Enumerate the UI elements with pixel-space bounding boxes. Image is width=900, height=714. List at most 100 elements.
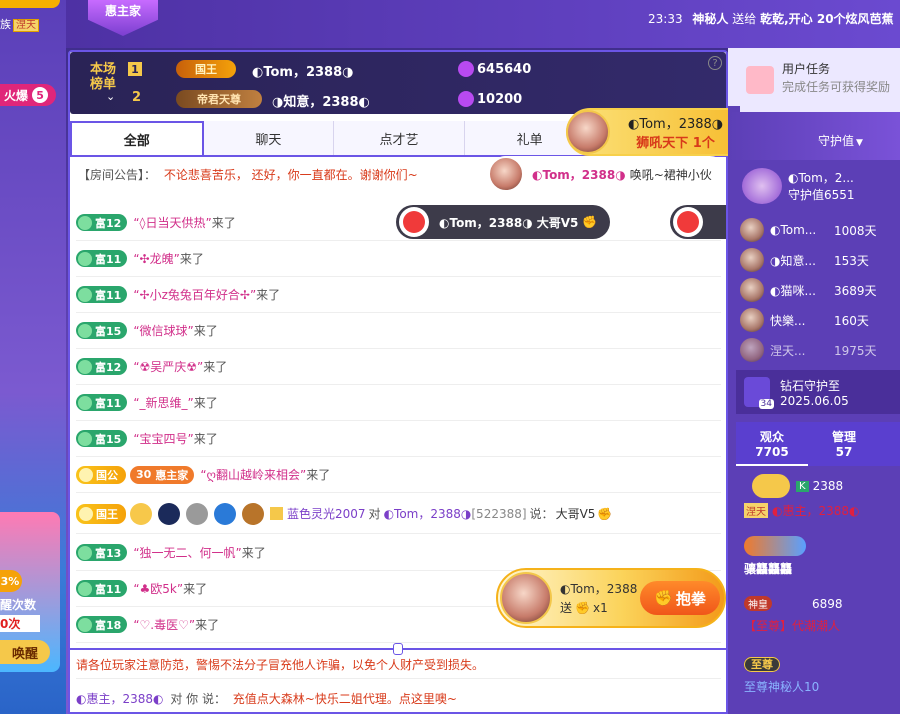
list-item: 富15 “微信球球” 来了 bbox=[76, 313, 721, 349]
entry-nick[interactable]: “☢吴严庆☢” bbox=[133, 358, 203, 375]
star-medal-icon bbox=[158, 502, 180, 525]
guard-item[interactable]: ◑知意... 153天 bbox=[740, 245, 900, 275]
audience-user-1[interactable]: K 2388 涅天 ◐惠主，2388◐ bbox=[744, 474, 900, 522]
entry-nick[interactable]: “◊日当天供热” bbox=[133, 214, 211, 231]
shield-medal-icon bbox=[214, 502, 236, 525]
audience-label: 观众 bbox=[759, 430, 784, 444]
entry-nick[interactable]: “♣欧5k” bbox=[133, 580, 183, 597]
announcement-text: 不论悲喜苦乐， 还好，你一直都在。谢谢你们~ bbox=[163, 168, 418, 182]
task-text: 用户任务 完成任务可获得奖励 bbox=[782, 60, 892, 112]
float-pill-1: ◐Tom，2388◑ 唤吼~裙神小伙 bbox=[488, 156, 728, 192]
tab-talent[interactable]: 点才艺 bbox=[334, 121, 465, 155]
tab-chat[interactable]: 聊天 bbox=[203, 121, 335, 155]
rank-label: 本场 榜单 bbox=[90, 62, 116, 92]
fist-icon: ✊ bbox=[654, 589, 673, 607]
wealth-level: 富15 bbox=[95, 432, 122, 446]
guard-item[interactable]: ◐猫咪... 3689天 bbox=[740, 275, 900, 305]
promo-percent: 3% bbox=[0, 570, 22, 592]
user-task-card[interactable]: 用户任务 完成任务可获得奖励 bbox=[740, 56, 900, 112]
top-guard-avatar bbox=[742, 168, 782, 204]
banner-text: ◐Tom，2388◑ 狮吼天下 1个 bbox=[628, 113, 723, 151]
promo-line: 醒次数 bbox=[0, 598, 37, 612]
chevron-down-icon[interactable]: ⌄ bbox=[106, 90, 115, 103]
left-clan-tag: 族涅天 bbox=[0, 16, 39, 32]
guard-item[interactable]: 快樂... 160天 bbox=[740, 305, 900, 335]
diamond-guard-card[interactable]: 34 钻石守护至 2025.06.05 bbox=[736, 370, 900, 414]
broadcast-sender[interactable]: 神秘人 bbox=[692, 12, 728, 26]
diamond-date: 2025.06.05 bbox=[780, 393, 849, 408]
top-guard-value: 守护值6551 bbox=[788, 188, 855, 202]
left-top-tab[interactable] bbox=[0, 0, 60, 8]
audience-user-4[interactable]: 至尊 至尊神秘人10 bbox=[744, 656, 900, 700]
announcement-label: 【房间公告】： bbox=[78, 168, 157, 182]
wealth-badge: 富13 bbox=[76, 544, 128, 561]
guard-days: 1975天 bbox=[834, 343, 877, 358]
message-target[interactable]: ◐Tom，2388◑ bbox=[384, 505, 472, 522]
broadcast-verb: 送给 bbox=[732, 12, 757, 26]
splitter-handle[interactable] bbox=[393, 643, 403, 655]
user-tag: 神皇 bbox=[744, 596, 772, 611]
tab-all[interactable]: 全部 bbox=[70, 121, 204, 155]
banner-gift: 狮吼天下 1个 bbox=[636, 136, 715, 151]
wealth-level: 富11 bbox=[95, 288, 122, 302]
fist-salute-button[interactable]: ✊ 抱拳 bbox=[640, 581, 720, 615]
message-sender[interactable]: 蓝色灵光2007 bbox=[287, 505, 366, 522]
bottom-sender[interactable]: ◐惠主，2388◐ bbox=[76, 692, 163, 706]
user-name: 【至尊】代潮潮人 bbox=[744, 619, 841, 633]
guard-value-tab[interactable]: 守护值 ▼ bbox=[818, 132, 863, 149]
entry-nick[interactable]: “♡.毒医♡” bbox=[133, 616, 195, 633]
help-icon[interactable]: ? bbox=[708, 56, 722, 70]
guard-item[interactable]: 涅天... 1975天 bbox=[740, 335, 900, 365]
entry-suffix: 来了 bbox=[193, 396, 218, 410]
list-item: 国公 30 惠主家 “ღ翻山越岭来相会” 来了 bbox=[76, 457, 721, 493]
crown-medal-icon bbox=[130, 502, 152, 525]
task-icon bbox=[746, 66, 774, 94]
wealth-level: 富12 bbox=[95, 216, 122, 230]
guard-days: 3689天 bbox=[834, 283, 877, 298]
gift-info: ◐Tom，2388 送 ✊ x1 bbox=[560, 580, 640, 616]
rank-pos-1: 1 bbox=[128, 62, 142, 76]
rank-medal-icon bbox=[242, 502, 264, 525]
entry-suffix: 来了 bbox=[183, 582, 208, 596]
noble-badge: 国公 bbox=[76, 465, 126, 484]
list-item: 富15 “宝宝四号” 来了 bbox=[76, 421, 721, 457]
guard-item[interactable]: ◐Tom... 1008天 bbox=[740, 215, 900, 245]
wealth-badge: 富15 bbox=[76, 322, 128, 339]
hot-burst-badge[interactable]: 火爆 5 bbox=[0, 84, 56, 106]
guard-avatar bbox=[740, 218, 764, 242]
list-item: 富13 “独一无二、何一帆” 来了 bbox=[76, 535, 721, 571]
guard-name: 快樂... bbox=[770, 313, 806, 328]
task-desc: 完成任务可获得奖励 bbox=[782, 80, 891, 94]
rank-label-1: 本场 bbox=[90, 62, 117, 77]
entry-nick[interactable]: “ღ翻山越岭来相会” bbox=[200, 466, 306, 483]
top-guard[interactable]: ◐Tom，2... 守护值6551 bbox=[742, 168, 855, 204]
entry-nick[interactable]: “宝宝四号” bbox=[133, 430, 193, 447]
rank-score-1: 645640 bbox=[458, 61, 531, 77]
bottom-content[interactable]: 充值点大森林~快乐二姐代理。点这里噢~ bbox=[233, 692, 457, 706]
spiral-medal-icon bbox=[186, 502, 208, 525]
admin-tab[interactable]: 管理 57 bbox=[808, 422, 880, 466]
audience-tab[interactable]: 观众 7705 bbox=[736, 422, 808, 466]
audience-user-3[interactable]: 神皇 6898 【至尊】代潮潮人 bbox=[744, 596, 900, 640]
entry-nick[interactable]: “独一无二、何一帆” bbox=[133, 544, 241, 561]
list-item: 富12 “◊日当天供热” 来了 bbox=[76, 205, 721, 241]
entry-nick[interactable]: “✣龙魄” bbox=[133, 250, 180, 267]
rank-name-2[interactable]: ◑知意，2388◐ bbox=[272, 91, 370, 110]
audience-user-2[interactable]: 骧龘龘龘 bbox=[744, 536, 900, 580]
noble-badge: 国王 bbox=[76, 503, 126, 524]
room-stats: 观众 7705 管理 57 bbox=[736, 422, 900, 466]
left-promo-card[interactable]: 3% 醒次数 0次 唤醒 bbox=[0, 512, 60, 672]
entry-nick[interactable]: “_新思维_” bbox=[133, 394, 193, 411]
level-tag: 惠主家 bbox=[155, 468, 189, 482]
diamond-icon bbox=[458, 91, 474, 107]
guard-days: 160天 bbox=[834, 313, 869, 328]
fist-salute-label: 抱拳 bbox=[675, 589, 706, 608]
rank-name-1[interactable]: ◐Tom，2388◑ bbox=[252, 61, 354, 80]
user-tag: K bbox=[796, 480, 809, 492]
entry-nick[interactable]: “✢小z兔兔百年好合✢” bbox=[133, 286, 256, 303]
list-item: 富11 “_新思维_” 来了 bbox=[76, 385, 721, 421]
gift-avatar bbox=[500, 572, 552, 624]
wake-button[interactable]: 唤醒 bbox=[0, 640, 50, 664]
entry-nick[interactable]: “微信球球” bbox=[133, 322, 193, 339]
room-announcement: 【房间公告】： 不论悲喜苦乐， 还好，你一直都在。谢谢你们~ bbox=[78, 166, 418, 183]
